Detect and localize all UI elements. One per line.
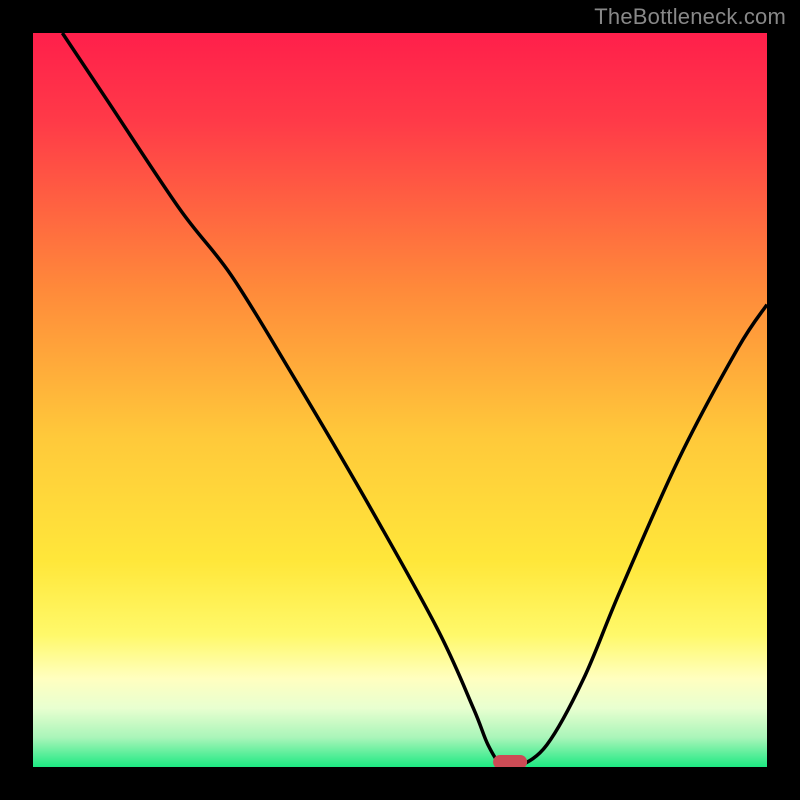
frame-right: [767, 0, 800, 800]
frame-bottom: [0, 767, 800, 800]
min-marker: [493, 755, 527, 769]
frame-left: [0, 0, 33, 800]
chart-container: TheBottleneck.com: [0, 0, 800, 800]
watermark-text: TheBottleneck.com: [594, 4, 786, 30]
bottleneck-plot: [0, 0, 800, 800]
gradient-background: [33, 33, 767, 767]
